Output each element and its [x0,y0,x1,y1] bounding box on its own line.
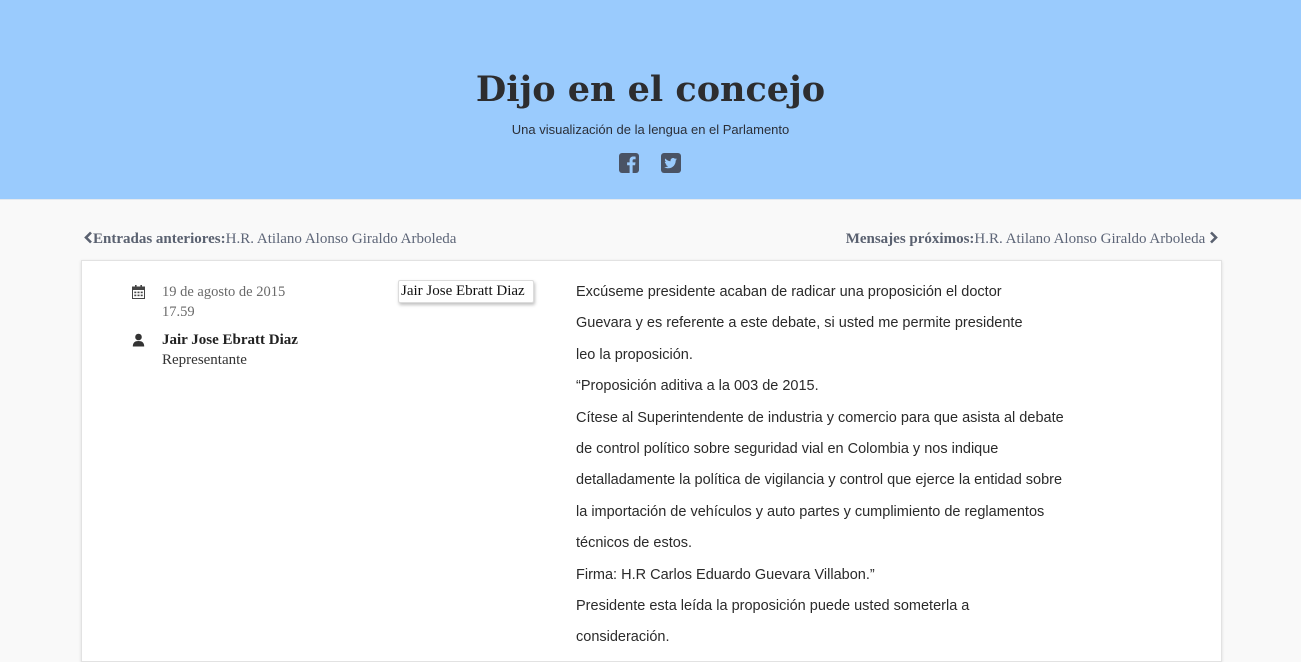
twitter-icon[interactable] [661,153,681,173]
previous-entry-label: Entradas anteriores: [93,231,226,247]
site-subtitle: Una visualización de la lengua en el Par… [511,122,790,137]
speech-line: leo la proposición. [576,346,693,363]
user-icon [132,333,145,347]
next-entry-name: H.R. Atilano Alonso Giraldo Arboleda [974,231,1206,247]
speech-line: “Proposición aditiva a la 003 de 2015. [576,378,819,395]
speech-line: Excúseme presidente acaban de radicar un… [576,284,1002,300]
social-links [619,153,681,174]
entry-datetime: 19 de agosto de 2015 17.59 [132,282,352,322]
entry-time: 17.59 [162,304,195,320]
speech-entry-card: 19 de agosto de 2015 17.59 Jair Jose Ebr… [81,260,1222,662]
speech-text: Excúseme presidente acaban de radicar un… [576,277,1086,654]
entry-meta: 19 de agosto de 2015 17.59 Jair Jose Ebr… [132,282,352,370]
speech-line: Guevara y es referente a este debate, si… [576,315,1023,332]
site-title[interactable]: Dijo en el concejo [0,68,1301,112]
speech-line: la importación de vehículos y auto parte… [576,503,1045,520]
chevron-right-icon [1209,231,1219,249]
speech-line: Firma: H.R Carlos Eduardo Guevara Villab… [576,566,875,583]
speech-line: técnicos de estos. [576,535,693,552]
next-entry-link[interactable]: Mensajes próximos:H.R. Atilano Alonso Gi… [846,231,1219,249]
next-entry-label: Mensajes próximos: [845,231,975,247]
calendar-icon [132,285,145,299]
speaker-name[interactable]: Jair Jose Ebratt Diaz [162,330,352,350]
post-navigation: Entradas anteriores:H.R. Atilano Alonso … [0,230,1301,252]
previous-entry-link[interactable]: Entradas anteriores:H.R. Atilano Alonso … [83,231,456,249]
speech-line: consideración. [576,629,670,646]
facebook-icon[interactable] [619,153,639,173]
entry-date: 19 de agosto de 2015 [162,284,286,300]
speech-line: detalladamente la política de vigilancia… [576,472,1063,489]
previous-entry-name: H.R. Atilano Alonso Giraldo Arboleda [225,231,457,247]
speech-line: Presidente esta leída la proposición pue… [576,598,970,615]
speech-line: Cítese al Superintendente de industria y… [576,409,1064,426]
entry-author: Jair Jose Ebratt Diaz Representante [132,330,352,370]
speaker-tag[interactable]: Jair Jose Ebratt Diaz [398,280,534,303]
speaker-role: Representante [162,352,247,368]
speech-line: de control político sobre seguridad vial… [576,441,999,458]
chevron-left-icon [83,231,93,249]
site-header: Dijo en el concejo Una visualización de … [0,0,1301,200]
